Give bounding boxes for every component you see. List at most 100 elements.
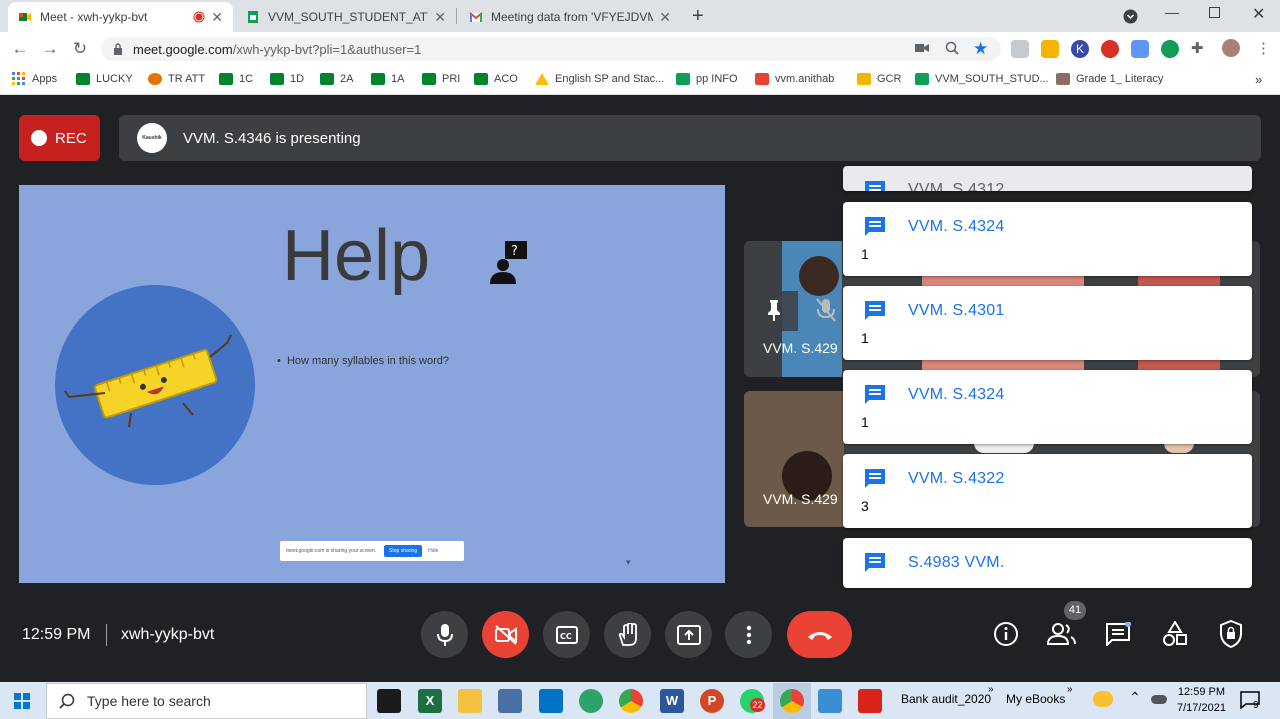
chat-notification-card[interactable]: VVM. S.4312: [843, 166, 1252, 191]
captions-button[interactable]: CC: [543, 611, 590, 658]
bookmark-lucky[interactable]: LUCKY: [76, 71, 133, 87]
bookmark-english-sp[interactable]: English SP and Stac...: [535, 71, 664, 87]
screen-share-notice: meet.google.com is sharing your screen. …: [280, 541, 464, 561]
bookmark-1c[interactable]: 1C: [219, 71, 253, 87]
excel-app-icon[interactable]: X: [418, 689, 442, 713]
more-options-button[interactable]: [725, 611, 772, 658]
chat-sender: S.4983 VVM.: [908, 554, 1005, 571]
tab-search-icon[interactable]: [1123, 9, 1138, 24]
recording-indicator[interactable]: REC: [19, 115, 100, 161]
chat-notification-card[interactable]: VVM. S.4324 1: [843, 202, 1252, 276]
mail-app-icon[interactable]: [539, 689, 563, 713]
pin-icon[interactable]: [766, 299, 782, 321]
hide-button[interactable]: Hide: [428, 548, 438, 554]
onedrive-icon[interactable]: [1151, 695, 1167, 704]
chat-notification-card[interactable]: VVM. S.4301 1: [843, 286, 1252, 360]
forward-arrow-icon[interactable]: →: [39, 38, 61, 60]
weather-icon[interactable]: [1093, 691, 1113, 707]
profile-avatar[interactable]: [1222, 39, 1240, 57]
bookmark-label: pp INFO: [696, 73, 738, 85]
chrome-browser-icon[interactable]: [619, 689, 643, 713]
tab-attendance-sheet[interactable]: VVM_SOUTH_STUDENT_ATTENDA ✕: [236, 2, 456, 32]
bookmark-vvm-anithab[interactable]: vvm.anithab: [755, 71, 834, 87]
extension-icon[interactable]: [1161, 40, 1179, 58]
taskbar-search[interactable]: Type here to search: [46, 683, 367, 719]
acrobat-app-icon[interactable]: [858, 689, 882, 713]
bookmark-label: 1D: [290, 73, 305, 85]
file-explorer-icon[interactable]: [458, 689, 482, 713]
bookmark-1a[interactable]: 1A: [371, 71, 404, 87]
close-tab-icon[interactable]: ✕: [211, 9, 223, 26]
terminal-app-icon[interactable]: [377, 689, 401, 713]
photos-app-icon[interactable]: [818, 689, 842, 713]
host-controls-button[interactable]: [1215, 618, 1247, 650]
bookmark-star-icon[interactable]: ★: [973, 39, 988, 59]
zoom-icon[interactable]: [945, 41, 959, 55]
chrome-active-icon[interactable]: [780, 689, 804, 713]
store-app-icon[interactable]: [498, 689, 522, 713]
show-hidden-icons-chevron[interactable]: ⌃: [1129, 689, 1141, 706]
close-window-button[interactable]: ✕: [1252, 4, 1265, 24]
clock-time: 12:59 PM: [1177, 686, 1226, 698]
chat-notification-card[interactable]: S.4983 VVM.: [843, 538, 1252, 588]
bookmark-label: TR ATT: [168, 73, 206, 85]
meeting-details-button[interactable]: [990, 618, 1022, 650]
more-bookmarks-chevron[interactable]: »: [1255, 71, 1262, 87]
microphone-icon: [436, 623, 453, 646]
bookmark-tr-att[interactable]: TR ATT: [148, 71, 205, 87]
new-tab-button[interactable]: +: [692, 5, 704, 28]
minimize-window-button[interactable]: —: [1165, 4, 1179, 20]
meeting-time: 12:59 PM: [22, 626, 91, 643]
edge-browser-icon[interactable]: [579, 689, 603, 713]
word-app-icon[interactable]: W: [660, 689, 684, 713]
present-screen-button[interactable]: [665, 611, 712, 658]
bookmark-pp-info[interactable]: pp INFO: [676, 71, 738, 87]
bank-audit-folder[interactable]: Bank audit_2020: [901, 692, 991, 706]
bookmark-grade1-literacy[interactable]: Grade 1_ Literacy: [1056, 71, 1163, 87]
extension-icon[interactable]: [1131, 40, 1149, 58]
extensions-puzzle-icon[interactable]: ✚: [1191, 39, 1204, 57]
powerpoint-app-icon[interactable]: P: [700, 689, 724, 713]
participants-button[interactable]: [1046, 618, 1078, 650]
bookmark-2a[interactable]: 2A: [320, 71, 353, 87]
tab-meet[interactable]: Meet - xwh-yykp-bvt ✕: [8, 2, 233, 32]
reading-list-icon[interactable]: [1011, 40, 1029, 58]
close-tab-icon[interactable]: ✕: [659, 9, 671, 26]
cursor-icon: ▾: [626, 557, 631, 567]
tab-gmail[interactable]: Meeting data from 'VFYEJDVMZK ✕: [459, 2, 681, 32]
bookmark-gcr[interactable]: GCR: [857, 71, 901, 87]
extension-icon[interactable]: [1101, 40, 1119, 58]
activities-button[interactable]: [1159, 618, 1191, 650]
url-text[interactable]: meet.google.com/xwh-yykp-bvt?pli=1&authu…: [133, 42, 421, 57]
search-icon: [59, 693, 75, 709]
camera-button[interactable]: [482, 611, 529, 658]
bookmark-pri[interactable]: PRI: [422, 71, 460, 87]
chat-notification-card[interactable]: VVM. S.4322 3: [843, 454, 1252, 528]
lock-icon[interactable]: [113, 43, 123, 55]
browser-menu-icon[interactable]: ⋮: [1256, 39, 1271, 57]
microphone-button[interactable]: [421, 611, 468, 658]
bookmark-aco[interactable]: ACO: [474, 71, 518, 87]
bookmark-1d[interactable]: 1D: [270, 71, 304, 87]
leave-call-button[interactable]: [787, 611, 852, 658]
back-arrow-icon[interactable]: ←: [9, 38, 31, 60]
chat-button[interactable]: [1102, 618, 1134, 650]
stop-sharing-button[interactable]: Stop sharing: [384, 545, 423, 557]
bookmark-label: vvm.anithab: [775, 73, 835, 85]
activities-shapes-icon: [1163, 621, 1187, 646]
system-clock[interactable]: 12:59 PM 7/17/2021: [1177, 684, 1226, 716]
bookmark-apps[interactable]: Apps: [12, 71, 57, 87]
chat-notification-card[interactable]: VVM. S.4324 1: [843, 370, 1252, 444]
my-ebooks-folder[interactable]: My eBooks: [1006, 692, 1065, 706]
raise-hand-button[interactable]: [604, 611, 651, 658]
bookmark-vvm-south-stud[interactable]: VVM_SOUTH_STUD...: [915, 71, 1049, 87]
reload-icon[interactable]: ↻: [69, 38, 91, 60]
chat-icon: [1106, 622, 1131, 646]
mute-participant-icon[interactable]: [814, 297, 838, 323]
restore-window-button[interactable]: [1209, 7, 1220, 18]
close-tab-icon[interactable]: ✕: [434, 9, 446, 26]
camera-in-use-icon[interactable]: [915, 43, 929, 53]
windows-start-icon[interactable]: [14, 693, 30, 709]
extension-icon[interactable]: [1041, 40, 1059, 58]
extension-k-icon[interactable]: K: [1071, 40, 1089, 58]
